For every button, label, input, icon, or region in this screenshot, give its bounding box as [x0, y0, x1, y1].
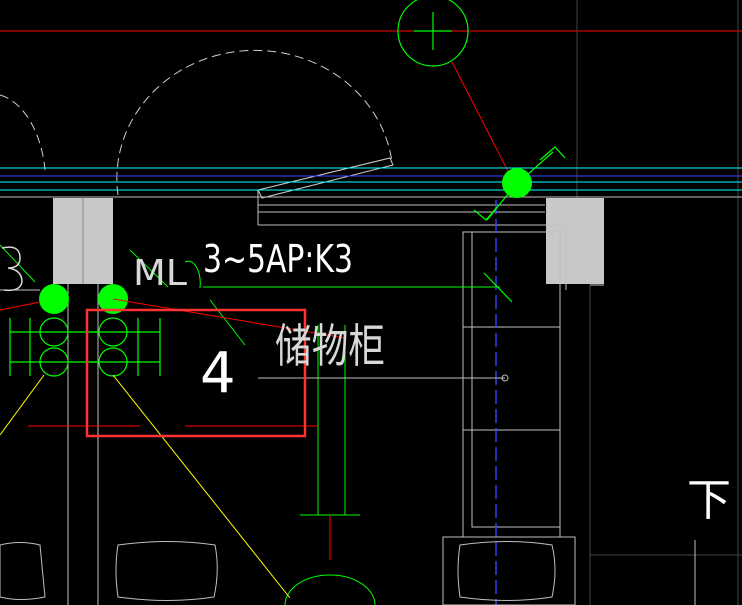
- number-label: 4: [200, 341, 236, 406]
- cad-drawing-canvas[interactable]: 3~5AP:K3 储物柜 4 ML 下: [0, 0, 742, 605]
- pipe-node[interactable]: [39, 284, 69, 314]
- wall-column-right: [546, 198, 604, 284]
- circuit-label: 3~5AP:K3: [203, 237, 353, 281]
- room-label: 储物柜: [275, 319, 385, 373]
- pipe-node[interactable]: [502, 168, 532, 198]
- down-label: 下: [687, 475, 731, 526]
- ml-label: ML: [133, 253, 187, 294]
